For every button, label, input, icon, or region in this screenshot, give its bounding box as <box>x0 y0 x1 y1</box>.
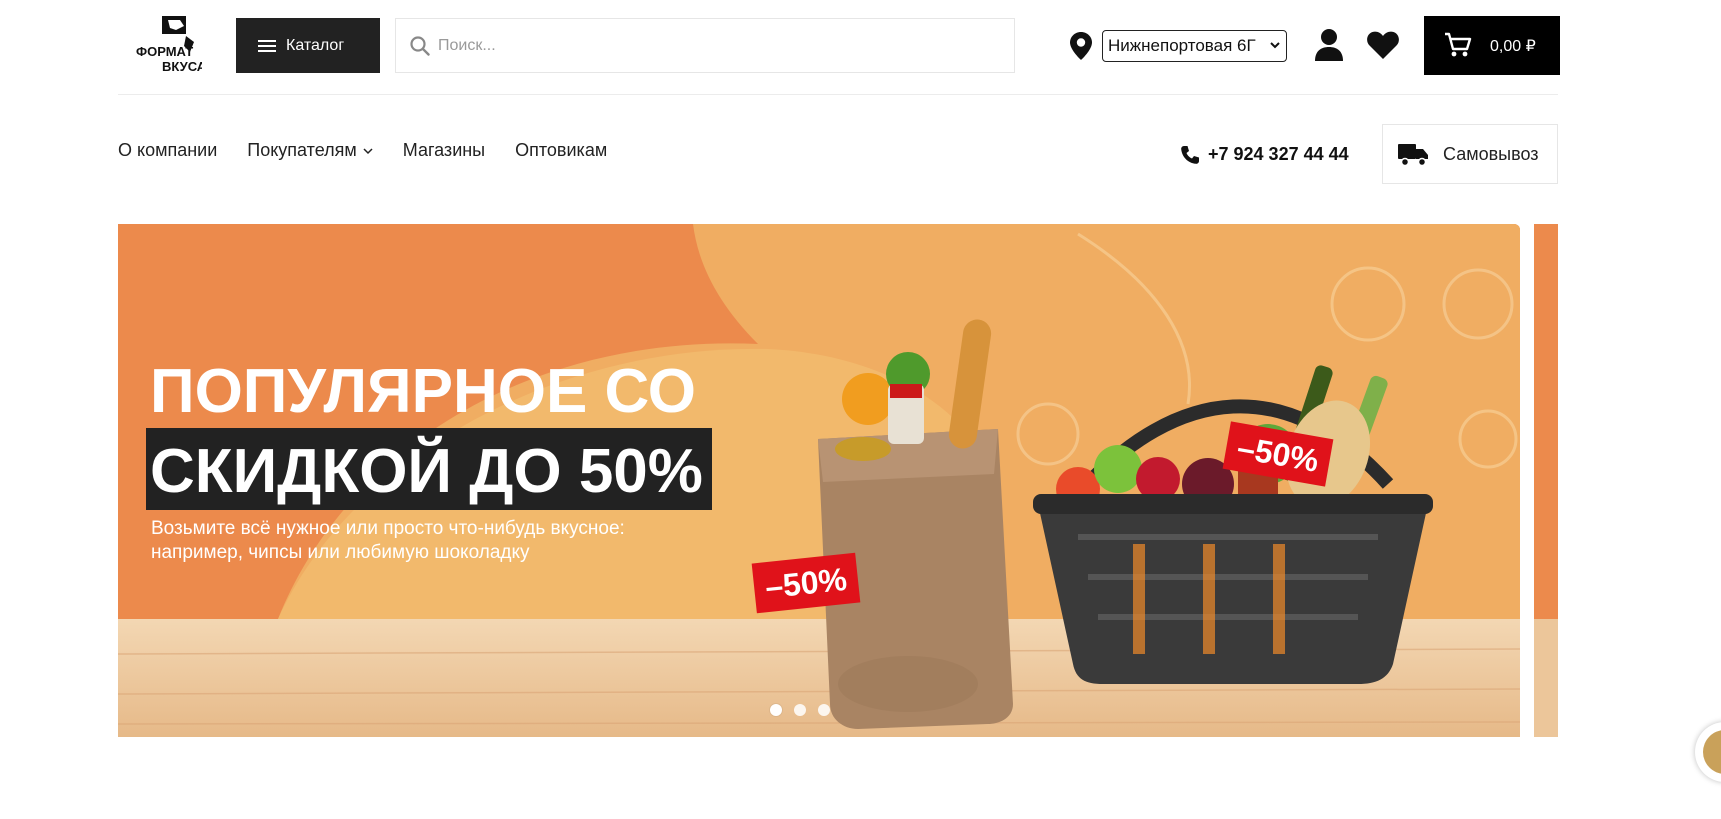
site-header: ФОРМАТ ВКУСА Каталог Нижнепортовая 6Г <box>118 16 1560 76</box>
nav-item-label: О компании <box>118 140 218 160</box>
next-slide-preview <box>1534 224 1558 737</box>
cart-button[interactable]: 0,00 ₽ <box>1424 16 1560 75</box>
chat-widget[interactable] <box>1695 722 1721 782</box>
phone-link[interactable]: +7 924 327 44 44 <box>1180 144 1349 165</box>
phone-number: +7 924 327 44 44 <box>1208 144 1349 164</box>
cart-icon <box>1445 32 1472 57</box>
menu-icon <box>258 39 276 53</box>
heart-icon[interactable] <box>1366 30 1400 60</box>
logo-text-top: ФОРМАТ <box>136 44 193 59</box>
user-icon[interactable] <box>1313 28 1345 62</box>
slider-dot-3[interactable] <box>818 704 830 716</box>
promo-subtitle: Возьмите всё нужное или просто что-нибуд… <box>151 517 711 565</box>
next-slide-peek[interactable] <box>1534 224 1558 737</box>
header-divider <box>118 94 1558 95</box>
nav-item-label: Покупателям <box>247 140 357 160</box>
search-input[interactable] <box>438 36 978 55</box>
nav-item-about[interactable]: О компании <box>118 140 217 161</box>
catalog-label: Каталог <box>286 36 345 54</box>
pickup-button[interactable]: Самовывоз <box>1382 124 1558 184</box>
chat-icon <box>1703 730 1721 774</box>
nav-item-label: Магазины <box>402 140 486 160</box>
nav-item-label: Оптовикам <box>515 140 608 160</box>
store-select-value: Нижнепортовая 6Г <box>1108 36 1256 55</box>
logo-mark: ФОРМАТ ВКУСА <box>136 16 207 74</box>
catalog-button[interactable]: Каталог <box>236 18 380 73</box>
store-select[interactable]: Нижнепортовая 6Г <box>1102 30 1287 62</box>
promo-title-line1: ПОПУЛЯРНОЕ СО <box>150 357 697 426</box>
cart-sum: 0,00 ₽ <box>1490 38 1536 55</box>
nav-item-customers[interactable]: Покупателям <box>247 140 373 161</box>
main-nav: О компании Покупателям Магазины Оптовика… <box>118 140 637 161</box>
pickup-label: Самовывоз <box>1443 143 1539 164</box>
nav-item-wholesale[interactable]: Оптовикам <box>515 140 607 161</box>
chevron-down-icon <box>1270 42 1280 49</box>
search-box[interactable] <box>395 18 1015 73</box>
slider-dot-2[interactable] <box>794 704 806 716</box>
truck-icon <box>1398 144 1428 167</box>
promo-title-line2: СКИДКОЙ ДО 50% <box>150 437 703 506</box>
phone-icon <box>1181 145 1199 164</box>
promo-banner[interactable]: ПОПУЛЯРНОЕ СО СКИДКОЙ ДО 50% Возьмите вс… <box>118 224 1520 737</box>
search-icon <box>410 35 430 56</box>
chevron-down-icon <box>363 147 373 154</box>
promo-subtitle-line1: Возьмите всё нужное или просто что-нибуд… <box>151 518 625 539</box>
promo-subtitle-line2: например, чипсы или любимую шоколадку <box>151 542 530 563</box>
location-pin-icon[interactable] <box>1068 31 1094 61</box>
logo-text-bottom: ВКУСА <box>162 59 202 74</box>
logo[interactable]: ФОРМАТ ВКУСА <box>132 16 207 76</box>
slider-dots <box>770 704 830 716</box>
slider-dot-1[interactable] <box>770 704 782 716</box>
nav-item-stores[interactable]: Магазины <box>403 140 485 161</box>
